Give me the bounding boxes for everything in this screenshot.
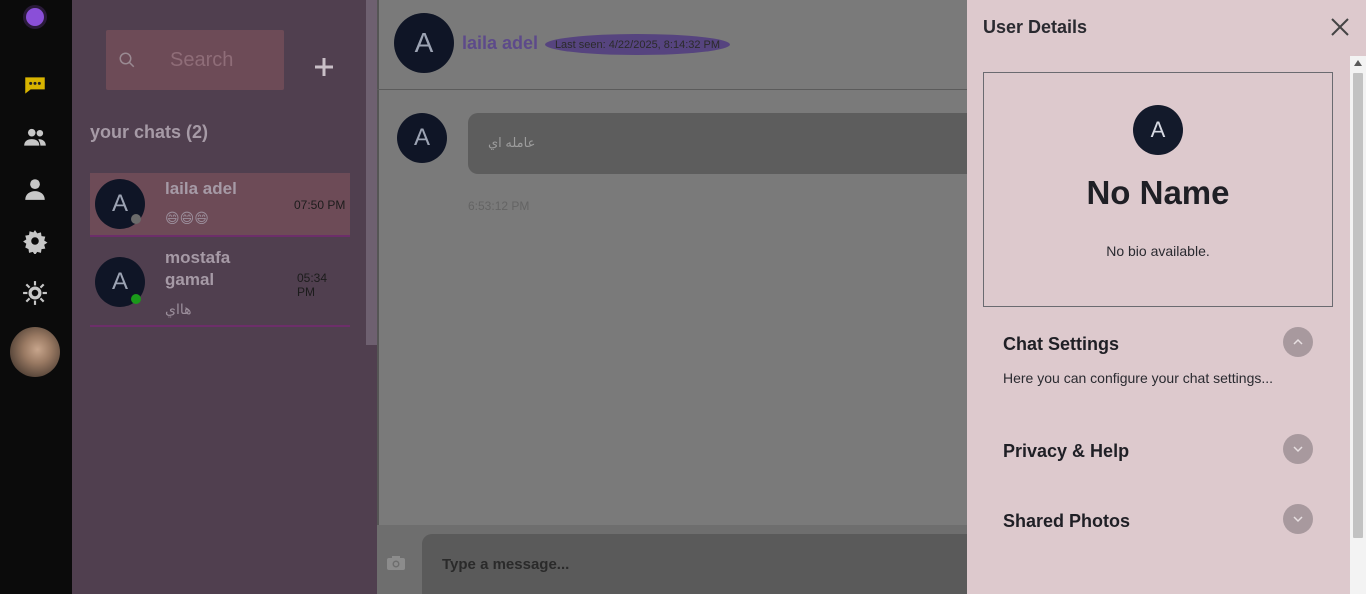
contact-name: mostafa gamal [165, 248, 231, 289]
search-box[interactable]: Search [106, 30, 284, 90]
app-rail [0, 0, 72, 594]
chat-list-scrollbar[interactable] [366, 0, 377, 345]
sender-avatar: A [397, 113, 447, 163]
section-description: Here you can configure your chat setting… [1003, 370, 1274, 386]
message-time: 6:53:12 PM [468, 199, 530, 213]
close-icon[interactable] [1330, 17, 1350, 37]
chevron-down-icon[interactable] [1283, 434, 1313, 464]
chats-heading: your chats (2) [90, 122, 209, 142]
last-message-time: 07:50 PM [294, 198, 346, 212]
profile-avatar: A [1133, 105, 1183, 155]
contact-avatar[interactable]: A [394, 13, 454, 73]
chevron-up-icon[interactable] [1283, 327, 1313, 357]
section-title: Privacy & Help [1003, 441, 1130, 461]
user-details-panel: User Details A No Name No bio available.… [967, 0, 1366, 594]
conversation-header: A laila adel Last seen: 4/22/2025, 8:14:… [377, 0, 967, 90]
message-input[interactable]: Type a message... [422, 534, 967, 594]
current-user-avatar[interactable] [10, 327, 60, 377]
chat-list-item[interactable]: A mostafa gamal هااي 05:34 PM [90, 237, 350, 327]
profile-bio: No bio available. [1106, 243, 1210, 259]
offline-status-dot [131, 214, 141, 224]
search-icon [119, 52, 135, 68]
details-scrollbar[interactable] [1350, 56, 1366, 594]
last-seen-badge: Last seen: 4/22/2025, 8:14:32 PM [545, 34, 730, 55]
last-message: هااي [165, 301, 192, 317]
scroll-up-arrow-icon[interactable] [1354, 60, 1362, 66]
contact-name: laila adel [165, 179, 237, 198]
search-input[interactable]: Search [170, 49, 233, 72]
online-status-dot [131, 294, 141, 304]
section-title: Chat Settings [1003, 334, 1120, 354]
app-logo-icon[interactable] [26, 8, 44, 26]
last-message: 😄😄😄 [165, 210, 209, 226]
theme-icon[interactable] [22, 280, 48, 306]
chevron-down-icon[interactable] [1283, 504, 1313, 534]
users-icon[interactable] [22, 124, 48, 150]
conversation-pane: A laila adel Last seen: 4/22/2025, 8:14:… [377, 0, 967, 594]
last-message-time: 05:34 PM [297, 271, 328, 299]
scrollbar-thumb[interactable] [1353, 73, 1363, 538]
profile-icon[interactable] [22, 176, 48, 202]
message-bubble[interactable]: عامله اي [468, 113, 967, 174]
chats-icon[interactable] [22, 72, 48, 98]
chat-list-item[interactable]: A laila adel 😄😄😄 07:50 PM [90, 173, 350, 237]
message-composer: Type a message... [377, 525, 967, 594]
new-chat-plus-icon[interactable] [312, 55, 336, 79]
profile-name: No Name [1086, 174, 1230, 211]
panel-title: User Details [983, 17, 1088, 37]
camera-icon[interactable] [386, 555, 406, 571]
chat-list-panel: Search your chats (2) A laila adel 😄😄😄 0… [72, 0, 377, 594]
section-title: Shared Photos [1003, 511, 1131, 531]
contact-name[interactable]: laila adel [462, 33, 538, 54]
settings-icon[interactable] [22, 228, 48, 254]
profile-card: A No Name No bio available. [983, 72, 1333, 307]
message-text: عامله اي [488, 135, 536, 150]
message-input-placeholder: Type a message... [442, 556, 570, 573]
